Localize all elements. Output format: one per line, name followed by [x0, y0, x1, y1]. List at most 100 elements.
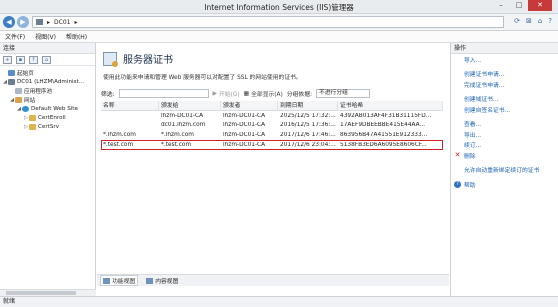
- cell-issued-to: *.lhzm.com: [161, 131, 194, 138]
- action-item[interactable]: 创建自签名证书...: [451, 104, 558, 115]
- cell-expiry: 2016/12/5 17:36:...: [280, 122, 336, 129]
- app-pool-icon: [15, 87, 22, 94]
- tree-item[interactable]: ▷ CertSrv: [0, 122, 95, 131]
- horizontal-scrollbar[interactable]: [0, 289, 96, 296]
- close-button[interactable]: ✕: [528, 0, 552, 11]
- address-field[interactable]: ▸ DC01 ▸: [32, 16, 504, 28]
- sites-icon: [15, 96, 22, 103]
- action-label: 续订...: [464, 143, 482, 150]
- cell-name: *.lhzm.com: [103, 131, 136, 138]
- column-issuer[interactable]: 颁发者: [221, 100, 278, 111]
- action-item[interactable]: 查看...: [451, 119, 558, 130]
- cell-issued-to: lhzm-DC01-CA: [161, 112, 204, 119]
- tree-item-label: DC01 (LHZM\Administ...: [17, 78, 84, 85]
- menu-view[interactable]: 视图(V): [35, 32, 56, 41]
- breadcrumb-separator: ▸: [47, 18, 51, 26]
- maximize-button[interactable]: □: [510, 0, 528, 11]
- cell-hash: 5138FB3ED6A6095E8606CF...: [340, 141, 427, 148]
- cell-expiry: 2025/12/5 17:32:...: [280, 112, 336, 119]
- cell-expiry: 2017/12/6 17:46:...: [280, 131, 336, 138]
- action-label: 帮助: [464, 182, 476, 189]
- breadcrumb-tail[interactable]: ▸: [74, 19, 77, 26]
- scrollbar-thumb[interactable]: [6, 291, 76, 295]
- table-body: lhzm-DC01-CA lhzm-DC01-CA 2025/12/5 17:32:…: [101, 111, 443, 150]
- table-row[interactable]: *.lhzm.com *.lhzm.com lhzm-DC01-CA 2017/12/…: [101, 130, 443, 140]
- connect-server-icon[interactable]: ⌂: [42, 56, 51, 64]
- cell-expiry: 2017/12/6 23:04:...: [280, 141, 336, 148]
- title-bar: Internet Information Services (IIS)管理器 –…: [0, 0, 558, 14]
- action-label: 删除: [464, 153, 476, 160]
- breadcrumb-node[interactable]: DC01: [54, 19, 70, 26]
- action-item[interactable]: 续订...: [451, 140, 558, 151]
- page-title: 服务器证书: [123, 55, 173, 66]
- start-page-icon: [8, 69, 15, 76]
- column-name[interactable]: 名称: [101, 100, 159, 111]
- connect-icon[interactable]: +: [3, 56, 12, 64]
- delete-icon: ✕: [454, 151, 461, 160]
- action-item[interactable]: 创建证书申请...: [451, 69, 558, 80]
- folder-icon: [29, 114, 36, 121]
- save-icon[interactable]: ▪: [16, 56, 25, 64]
- tree-item[interactable]: 应用程序池: [0, 86, 95, 95]
- window-title: Internet Information Services (IIS)管理器: [204, 3, 354, 12]
- tree-item[interactable]: ◢ DC01 (LHZM\Administ...: [0, 77, 95, 86]
- features-view-icon: [103, 277, 110, 284]
- features-view-tab[interactable]: 功能视图: [100, 275, 139, 286]
- cell-issuer: lhzm-DC01-CA: [223, 131, 266, 138]
- tree-item[interactable]: ◢ Default Web Site: [0, 104, 95, 113]
- stop-icon[interactable]: ⊠: [526, 17, 532, 25]
- help-icon: ?: [454, 180, 461, 188]
- certificates-table: 名称 颁发给 颁发者 到期日期 证书哈希 lhzm-DC01-CA lhzm-DC…: [101, 100, 443, 150]
- help-menu-icon[interactable]: ?: [548, 17, 552, 25]
- cell-issuer: lhzm-DC01-CA: [223, 141, 266, 148]
- show-all-icon: ▦: [243, 90, 250, 97]
- filter-input[interactable]: [118, 89, 209, 98]
- refresh-icon[interactable]: ⟳: [514, 17, 520, 25]
- cell-hash: 17AEF9DBEEBBE415E44AA...: [340, 122, 426, 129]
- action-label: 查看...: [464, 122, 482, 129]
- tree-item-label: 起始页: [17, 70, 34, 77]
- home-icon[interactable]: ⌂: [538, 17, 542, 25]
- minimize-button[interactable]: –: [492, 0, 510, 11]
- table-row[interactable]: lhzm-DC01-CA lhzm-DC01-CA 2025/12/5 17:32:…: [101, 111, 443, 121]
- table-row-highlighted[interactable]: *.test.com *.test.com lhzm-DC01-CA 2017/12/…: [101, 139, 443, 150]
- column-issued-to[interactable]: 颁发给: [159, 100, 221, 111]
- action-item[interactable]: 完成证书申请...: [451, 79, 558, 90]
- action-item[interactable]: 导入...: [451, 54, 558, 65]
- cell-name: *.test.com: [103, 141, 134, 148]
- filter-label: 筛选:: [101, 92, 115, 98]
- address-tools: ⟳ ⊠ ⌂ ?: [514, 17, 552, 25]
- menu-help[interactable]: 帮助(H): [66, 32, 87, 41]
- tree-item[interactable]: ◢ 网站: [0, 95, 95, 104]
- action-label: 导入...: [464, 57, 482, 64]
- column-expiry[interactable]: 到期日期: [278, 100, 338, 111]
- tree-item-label: 网站: [24, 97, 36, 104]
- action-item[interactable]: 允许自动重新绑定续订的证书: [451, 165, 558, 176]
- tree-item-label: CertEnroll: [38, 114, 66, 121]
- back-button[interactable]: ◀: [3, 16, 15, 28]
- table-header: 名称 颁发给 颁发者 到期日期 证书哈希: [101, 100, 443, 111]
- content-view-icon: [146, 277, 154, 284]
- table-row[interactable]: dc01.lhzm.com lhzm-DC01-CA 2016/12/5 17:36…: [101, 121, 443, 131]
- column-hash[interactable]: 证书哈希: [338, 100, 443, 111]
- tree-item[interactable]: ▷ CertEnroll: [0, 113, 95, 122]
- group-by-label: 分组依据:: [286, 92, 312, 98]
- action-item[interactable]: ✕ 删除: [451, 150, 558, 161]
- show-all-button[interactable]: ▦ 全部显示(A): [243, 89, 283, 99]
- view-tabs: 功能视图 内容视图: [97, 274, 449, 286]
- tree-item[interactable]: 起始页: [0, 68, 95, 77]
- group-by-select[interactable]: 不进行分组: [315, 89, 370, 98]
- action-item[interactable]: 创建域证书...: [451, 94, 558, 105]
- connections-tree: 起始页 ◢ DC01 (LHZM\Administ... 应用程序池 ◢ 网站 ◢ Defau…: [0, 66, 95, 131]
- up-icon[interactable]: ↑: [29, 56, 38, 64]
- forward-button[interactable]: ▶: [17, 16, 29, 28]
- server-icon: [8, 78, 15, 85]
- action-item[interactable]: 导出...: [451, 129, 558, 140]
- action-item[interactable]: ? 帮助: [451, 179, 558, 190]
- content-view-tab[interactable]: 内容视图: [144, 276, 180, 285]
- cell-issuer: lhzm-DC01-CA: [223, 122, 266, 129]
- menu-file[interactable]: 文件(F): [5, 32, 25, 41]
- start-filter-button[interactable]: ▶ 开始(G): [213, 89, 240, 99]
- cell-hash: 863956B47A41551E912333...: [340, 131, 428, 138]
- start-filter-label: 开始(G): [219, 92, 240, 98]
